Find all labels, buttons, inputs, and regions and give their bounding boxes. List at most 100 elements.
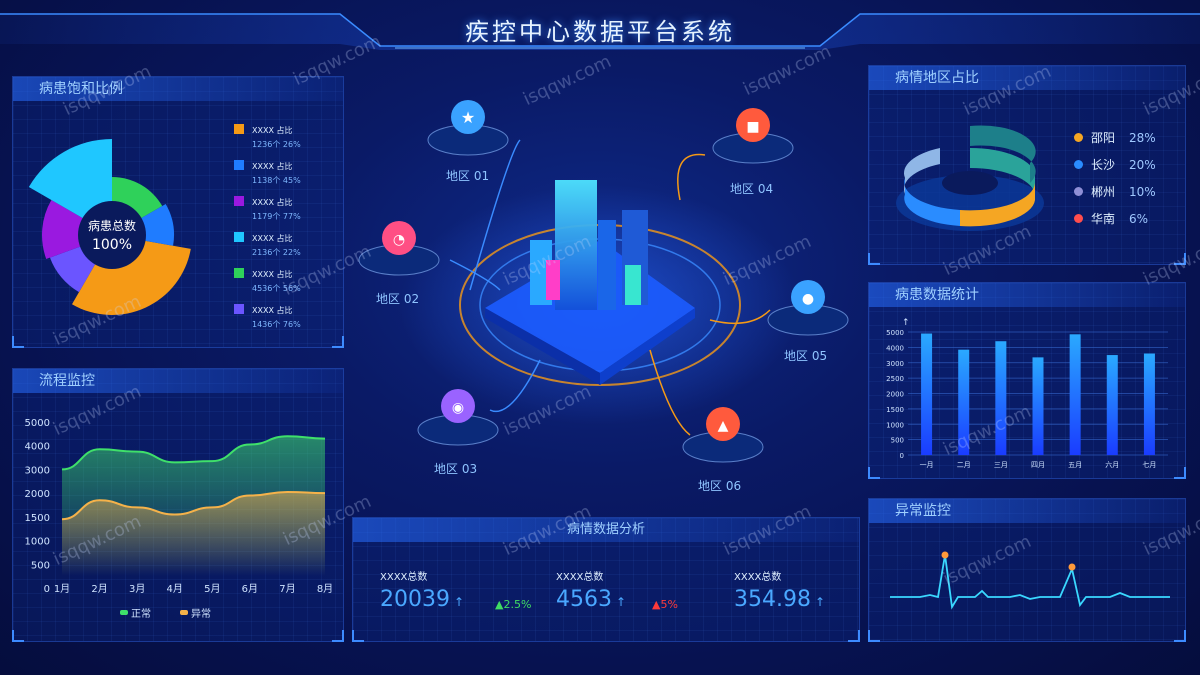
corner-decoration (332, 336, 344, 348)
region-node-05[interactable]: ● (760, 275, 860, 345)
stat-total-1: XXXX总数 20039 ↑ (380, 568, 464, 612)
corner-decoration (1174, 630, 1186, 642)
corner-decoration (868, 253, 880, 265)
planet-icon: ◉ (452, 400, 464, 416)
region-label: 地区 03 (434, 462, 478, 476)
region-pct: 28% (1129, 131, 1156, 145)
x-tick-label: 六月 (1105, 460, 1119, 469)
y-tick-label: 1500 (25, 513, 50, 524)
peak-marker (1068, 563, 1076, 571)
bar (1143, 353, 1155, 455)
x-tick-label: 五月 (1068, 461, 1082, 469)
y-tick-label: 1000 (25, 537, 50, 548)
region-legend-item: 华南 6% (1074, 210, 1148, 227)
legend-swatch (234, 196, 244, 206)
legend-dot (1074, 133, 1083, 142)
corner-decoration (868, 630, 880, 642)
legend-detail: 1138个 45% (252, 176, 301, 185)
region-node-01[interactable]: ★ (420, 95, 520, 165)
legend-swatch (234, 160, 244, 170)
region-label: 地区 05 (784, 349, 828, 363)
legend-label: XXXX 占比 (252, 270, 293, 279)
legend-dot (1074, 160, 1083, 169)
up-arrow-icon: ↑ (616, 595, 627, 609)
region-node-06[interactable]: ▲ (675, 400, 775, 472)
region-pct: 20% (1129, 158, 1156, 172)
legend-dot (1074, 187, 1083, 196)
legend-label: XXXX 占比 (252, 126, 293, 135)
y-tick-label: 0 (900, 452, 904, 460)
change-value: ▲5% (652, 598, 678, 611)
corner-decoration (848, 630, 860, 642)
region-legend-item: 长沙 20% (1074, 156, 1156, 173)
corner-decoration (12, 630, 24, 642)
x-tick-label: 5月 (204, 583, 220, 595)
bar (1032, 357, 1044, 455)
region-name: 邵阳 (1091, 131, 1116, 145)
page-title: 疾控中心数据平台系统 (465, 18, 735, 46)
legend-item: XXXX 占比 1179个 77% (234, 196, 301, 222)
y-tick-label: 0 (44, 584, 50, 595)
panel-title: 病情地区占比 (869, 66, 1185, 90)
x-tick-label: 四月 (1031, 461, 1045, 469)
legend-item: XXXX 占比 1436个 76% (234, 304, 301, 330)
bar (995, 341, 1007, 455)
flame-icon: ▲ (718, 418, 729, 434)
bar (958, 349, 970, 455)
up-arrow-icon: ↑ (454, 595, 465, 609)
legend-swatch (234, 268, 244, 278)
x-tick-label: 4月 (167, 583, 183, 595)
stat-value: 20039 (380, 587, 450, 612)
legend-item: XXXX 占比 1138个 45% (234, 160, 301, 186)
rose-center-value: 100% (92, 237, 132, 253)
panel-title: 异常监控 (869, 499, 1185, 523)
ecg-waveform (890, 551, 1170, 610)
corner-decoration (1174, 253, 1186, 265)
y-tick-label: 2000 (25, 489, 50, 500)
bar (921, 333, 933, 455)
up-arrow-icon: ↑ (814, 595, 826, 609)
region-label: 地区 06 (698, 479, 742, 493)
legend-detail: 2136个 22% (252, 248, 301, 257)
x-tick-label: 二月 (957, 461, 971, 469)
y-tick-label: 3000 (25, 465, 50, 476)
change-badge: ▲5% (652, 598, 678, 611)
y-tick-label: 1000 (886, 421, 904, 429)
x-tick-label: 2月 (91, 583, 107, 595)
y-tick-label: 1500 (886, 406, 904, 414)
region-name: 郴州 (1091, 185, 1116, 199)
y-tick-label: 500 (31, 560, 50, 571)
region-node-02[interactable]: ◔ (353, 205, 453, 285)
x-tick-label: 三月 (994, 461, 1008, 469)
y-tick-label: 4000 (886, 344, 904, 352)
stat-total-3: XXXX总数 354.98 ↑ (734, 568, 825, 612)
bar (1069, 334, 1081, 455)
x-tick-label: 七月 (1142, 460, 1156, 469)
location-pin-icon: ● (802, 291, 814, 307)
region-node-04[interactable]: ■ (705, 100, 805, 175)
region-node-03[interactable]: ◉ (410, 380, 510, 455)
corner-decoration (332, 630, 344, 642)
region-label: 地区 01 (446, 169, 490, 183)
region-name: 华南 (1091, 212, 1116, 226)
legend-detail: 1236个 26% (252, 140, 301, 149)
legend-label: 异常 (191, 607, 211, 620)
legend-detail: 1179个 77% (252, 212, 301, 221)
legend-label: XXXX 占比 (252, 162, 293, 171)
header: 疾控中心数据平台系统 (0, 0, 1200, 50)
briefcase-icon: ■ (746, 119, 759, 135)
change-value: ▲2.5% (495, 598, 532, 611)
panel-title: 病患饱和比例 (13, 77, 343, 101)
x-tick-label: 6月 (242, 583, 258, 595)
x-tick-label: 3月 (129, 583, 145, 595)
y-tick-label: 2500 (886, 375, 904, 383)
legend-label: XXXX 占比 (252, 306, 293, 315)
region-label: 地区 04 (730, 182, 774, 196)
region-label: 地区 02 (376, 292, 420, 306)
y-tick-label: 3000 (886, 360, 904, 368)
x-tick-label: 一月 (920, 461, 934, 469)
legend-dot (1074, 214, 1083, 223)
stat-value: 4563 (556, 587, 612, 612)
stat-label: XXXX总数 (734, 572, 782, 583)
process-area-chart: 0 500 1000 1500 2000 3000 4000 5000 1月 2月 3月 4月 5月 6月… (25, 418, 334, 620)
